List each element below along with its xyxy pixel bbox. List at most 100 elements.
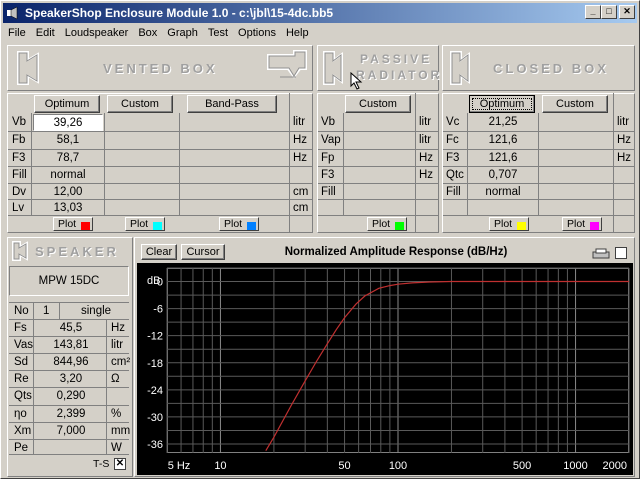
speaker-param-value[interactable]: 844,96 [35,354,107,371]
x-tick-label: 500 [513,460,531,472]
speaker-no-row: No 1 single [9,303,129,320]
speaker-no-label: No [14,305,29,317]
vented-plot-button-3[interactable]: Plot [219,217,259,231]
y-tick-label: -24 [147,385,163,397]
vented-optimum-button[interactable]: Optimum [34,95,100,113]
passive-radiator-title-2: RADIATOR [356,68,443,82]
menu-edit[interactable]: Edit [31,27,60,39]
passive-plot-button[interactable]: Plot [367,217,407,231]
speaker-param-value[interactable]: 3,20 [35,371,107,388]
ts-checkbox[interactable]: ✕ [114,458,126,470]
vented-label-fill: Fill [12,169,27,181]
vented-fill-value[interactable]: normal [33,167,103,184]
x-tick-label: 50 [338,460,350,472]
speaker-param-row: Vas 143,81 litr [9,337,129,354]
app-window: SpeakerShop Enclosure Module 1.0 - c:\jb… [0,0,640,479]
amplitude-response-chart[interactable]: 0-6-12-18-24-30-36 5 Hz 10 50 100 500 1000 200… [137,263,633,475]
speaker-param-value[interactable]: 143,81 [35,337,107,354]
speaker-param-label: ηo [14,407,27,420]
title-bar[interactable]: SpeakerShop Enclosure Module 1.0 - c:\jb… [3,3,637,23]
speaker-param-unit: Hz [111,322,126,334]
closed-plot-button-1[interactable]: Plot [489,217,529,231]
plot-color-magenta [590,222,599,230]
speaker-model[interactable]: MPW 15DC [9,266,129,296]
vented-custom-button[interactable]: Custom [107,95,173,113]
closed-plot-button-2[interactable]: Plot [562,217,602,231]
closed-f3-value[interactable]: 121,6 [469,150,537,167]
passive-unit-f3: Hz [419,169,434,181]
passive-radiator-header[interactable]: PASSIVE RADIATOR [317,45,439,91]
speaker-app-icon [5,5,21,21]
menu-options[interactable]: Options [233,27,281,39]
menu-test[interactable]: Test [203,27,233,39]
close-button[interactable]: ✕ [619,5,635,19]
vented-f3-value[interactable]: 78,7 [33,150,103,167]
speaker-param-unit: litr [111,339,124,352]
x-tick-label: 100 [389,460,407,472]
window-title: SpeakerShop Enclosure Module 1.0 - c:\jb… [25,6,334,20]
speaker-param-label: Sd [14,356,29,369]
menu-loudspeaker[interactable]: Loudspeaker [60,27,134,39]
closed-unit-f3: Hz [617,152,632,164]
speaker-param-row: Xm 7,000 mm [9,423,130,440]
graph-option-checkbox[interactable] [615,247,627,259]
speaker-param-label: Vas [14,339,33,352]
vented-unit-f3: Hz [293,152,308,164]
closed-vc-value[interactable]: 21,25 [469,114,537,131]
speaker-config[interactable]: single [81,303,111,320]
passive-custom-button[interactable]: Custom [345,95,411,113]
closed-qtc-value[interactable]: 0,707 [469,167,537,184]
bandpass-button[interactable]: Band-Pass [187,95,277,113]
menu-graph[interactable]: Graph [162,27,203,39]
maximize-button[interactable]: □ [601,5,617,19]
closed-label-qtc: Qtc [446,169,464,181]
passive-unit-fp: Hz [419,152,434,164]
passive-radiator-title-1: PASSIVE [360,52,433,66]
speaker-param-row: ηo 2,399% [9,406,129,423]
printer-icon[interactable] [591,248,611,260]
vented-label-f3: F3 [12,152,26,164]
passive-unit-vb: litr [419,116,432,128]
ts-label: T-S [93,458,110,470]
plot-color-yellow [517,222,526,230]
cursor-button[interactable]: Cursor [181,244,225,260]
menu-file[interactable]: File [3,27,31,39]
vented-box-title: VENTED BOX [103,61,218,76]
y-tick-label: -6 [153,304,163,316]
speaker-param-value[interactable]: 45,5 [35,320,107,337]
vented-box-header[interactable]: VENTED BOX [7,45,313,91]
closed-unit-vc: litr [617,116,630,128]
speaker-param-row: Sd 844,96 cm² [9,354,130,371]
graph-title: Normalized Amplitude Response (dB/Hz) [284,246,508,258]
plot-color-blue [247,222,256,230]
menu-bar: File Edit Loudspeaker Box Graph Test Opt… [3,24,637,42]
speaker-no-value[interactable]: 1 [43,303,49,320]
vented-plot-button-2[interactable]: Plot [125,217,165,231]
closed-box-header[interactable]: CLOSED BOX [442,45,635,91]
closed-label-f3: F3 [446,152,460,164]
passive-label-fp: Fp [321,152,335,164]
speaker-param-value[interactable]: 0,290 [35,388,107,405]
speaker-param-value[interactable]: 2,399 [35,406,107,423]
closed-custom-button[interactable]: Custom [542,95,608,113]
vented-plot-button-1[interactable]: Plot [53,217,93,231]
vented-vb-input[interactable]: 39,26 [33,114,103,131]
closed-optimum-button[interactable]: Optimum [469,95,535,113]
plot-color-cyan [153,222,162,230]
speaker-param-label: Fs [14,322,27,334]
closed-label-vc: Vc [446,116,460,128]
closed-label-fc: Fc [446,134,459,146]
speaker-title: SPEAKER [35,244,119,259]
closed-fc-value[interactable]: 121,6 [469,132,537,149]
speaker-param-value[interactable]: 7,000 [35,423,107,440]
speaker-icon [12,241,28,261]
clear-button[interactable]: Clear [141,244,177,260]
vented-label-fb: Fb [12,134,26,146]
minimize-button[interactable]: _ [585,5,601,19]
plot-color-red [81,222,90,230]
passive-label-f3: F3 [321,169,335,181]
menu-help[interactable]: Help [281,27,314,39]
menu-box[interactable]: Box [133,27,162,39]
y-tick-label: -36 [147,439,163,451]
vented-fb-value[interactable]: 58,1 [33,132,103,149]
